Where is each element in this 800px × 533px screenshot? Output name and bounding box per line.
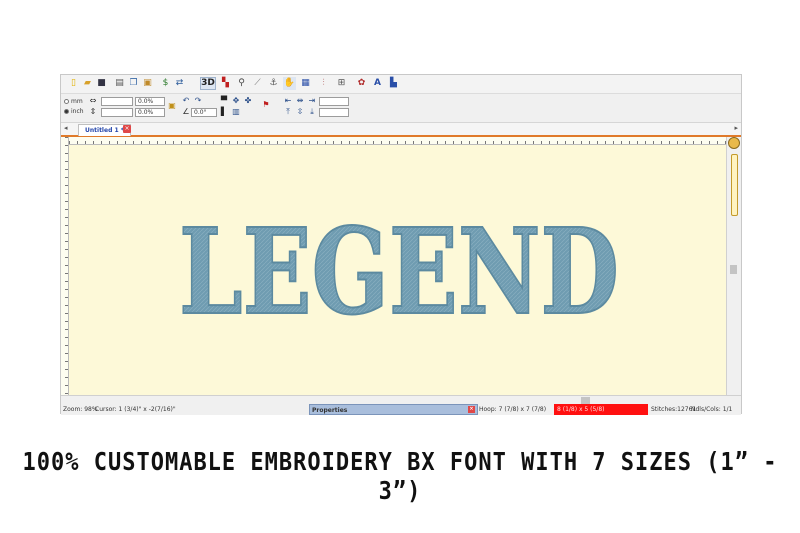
paste-icon[interactable]: ▣ <box>141 77 154 90</box>
tab-scroll-left-icon[interactable]: ◂ <box>64 124 68 132</box>
unit-inch-option[interactable]: inch <box>64 108 84 115</box>
vertical-scrollbar[interactable] <box>726 137 741 395</box>
height-percent-field[interactable]: 0.0% <box>135 108 165 117</box>
legend-embroidery[interactable]: LEGEND <box>169 215 629 325</box>
caption-text: 100% CUSTOMABLE EMBROIDERY BX FONT WITH … <box>22 448 778 506</box>
tab-close-icon[interactable]: × <box>123 125 131 133</box>
open-folder-icon[interactable]: ▰ <box>81 77 94 90</box>
stitch-icon[interactable]: ⚓ <box>267 77 280 90</box>
height-arrows-icon: ⇕ <box>89 107 97 116</box>
align-v-center-icon[interactable]: ⇳ <box>295 107 305 117</box>
center-icon[interactable]: ✤ <box>243 96 253 106</box>
height-field[interactable] <box>101 108 133 117</box>
align-top-icon[interactable]: ▀ <box>219 96 229 106</box>
properties-panel-tab[interactable]: Properties × <box>309 404 478 415</box>
color-icon[interactable]: ▚ <box>219 77 232 90</box>
3d-icon[interactable]: 3D <box>200 77 216 90</box>
status-bar: Zoom: 98% Cursor: 1 (3/4)" x -2(7/16)" P… <box>61 404 741 415</box>
compass-icon[interactable] <box>728 137 740 149</box>
align-left-icon[interactable]: ▌ <box>219 107 229 117</box>
mm-radio[interactable] <box>64 99 69 104</box>
save-icon[interactable]: ■ <box>95 77 108 90</box>
zoom-status: Zoom: 98% <box>63 406 98 413</box>
width-percent-field[interactable]: 0.0% <box>135 97 165 106</box>
horizontal-ruler <box>69 137 727 145</box>
width-arrows-icon: ⇔ <box>89 96 97 105</box>
spacing-h-field[interactable] <box>319 97 349 106</box>
properties-label: Properties <box>312 407 348 414</box>
copy-icon[interactable]: ❐ <box>127 77 140 90</box>
properties-toolbar: mm inch ⇔ ⇕ 0.0% 0.0% ▣ ↶ ↷ ∠ 0.0° ▀ ✥ ✤… <box>61 94 741 123</box>
lock-icon[interactable]: ▣ <box>167 101 177 111</box>
needle-icon[interactable]: ⫶ <box>317 77 330 90</box>
stitches-status: Stitches:12761 <box>651 406 697 413</box>
hoop-icon[interactable]: ▦ <box>299 77 312 90</box>
cursor-status: Cursor: 1 (3/4)" x -2(7/16)" <box>95 406 176 413</box>
align-h-center-icon[interactable]: ⇹ <box>295 96 305 106</box>
vertical-scroll-thumb[interactable] <box>730 265 737 274</box>
properties-close-icon[interactable]: × <box>468 406 475 413</box>
rotate-left-icon[interactable]: ↶ <box>181 96 191 106</box>
legend-text: LEGEND <box>179 215 619 325</box>
spacing-icon[interactable]: ▥ <box>231 107 241 117</box>
angle-icon: ∠ <box>182 107 190 116</box>
align-h-left-icon[interactable]: ⇤ <box>283 96 293 106</box>
ruler-icon[interactable]: ⟋ <box>251 77 264 90</box>
design-canvas[interactable]: LEGEND <box>69 145 727 395</box>
inch-radio[interactable] <box>64 109 69 114</box>
magnify-icon[interactable]: ⚲ <box>235 77 248 90</box>
palette-icon[interactable]: ✿ <box>355 77 368 90</box>
zoom-slider[interactable] <box>731 154 738 216</box>
unit-mm-option[interactable]: mm <box>64 98 83 105</box>
main-toolbar: ▯ ▰ ■ ▤ ❐ ▣ $ ⇄ 3D ▚ ⚲ ⟋ ⚓ ✋ ▦ ⫶ ⊞ ✿ A ▙ <box>61 75 741 94</box>
inch-label: inch <box>71 108 84 115</box>
width-field[interactable] <box>101 97 133 106</box>
horizontal-scroll-thumb[interactable] <box>581 397 590 404</box>
export-icon[interactable]: ▙ <box>387 77 400 90</box>
align-v-top-icon[interactable]: ⤒ <box>283 107 293 117</box>
document-tabbar: ◂ Untitled 1 * × ▸ <box>61 123 741 137</box>
hoop-status: Hoop: 7 (7/8) x 7 (7/8) <box>479 406 547 413</box>
align-v-bottom-icon[interactable]: ⤓ <box>307 107 317 117</box>
dollar-icon[interactable]: $ <box>159 77 172 90</box>
rotate-right-icon[interactable]: ↷ <box>193 96 203 106</box>
embroidery-app-window: ▯ ▰ ■ ▤ ❐ ▣ $ ⇄ 3D ▚ ⚲ ⟋ ⚓ ✋ ▦ ⫶ ⊞ ✿ A ▙… <box>60 74 742 415</box>
vertical-ruler <box>61 137 69 395</box>
hand-icon[interactable]: ✋ <box>283 77 296 90</box>
spacing-v-field[interactable] <box>319 108 349 117</box>
align-h-right-icon[interactable]: ⇥ <box>307 96 317 106</box>
convert-icon[interactable]: ⇄ <box>173 77 186 90</box>
new-file-icon[interactable]: ▯ <box>67 77 80 90</box>
mm-label: mm <box>71 98 83 105</box>
print-icon[interactable]: ▤ <box>113 77 126 90</box>
letter-a-icon[interactable]: A <box>371 77 384 90</box>
design-size-status: 8 (1/8) x 5 (5/8) <box>554 404 648 415</box>
angle-field[interactable]: 0.0° <box>191 108 217 117</box>
tab-scroll-right-icon[interactable]: ▸ <box>734 124 738 132</box>
distribute-icon[interactable]: ✥ <box>231 96 241 106</box>
needles-status: Ndls/Cols: 1/1 <box>691 406 733 413</box>
grid-icon[interactable]: ⊞ <box>335 77 348 90</box>
mirror-icon[interactable]: ⚑ <box>261 100 271 110</box>
